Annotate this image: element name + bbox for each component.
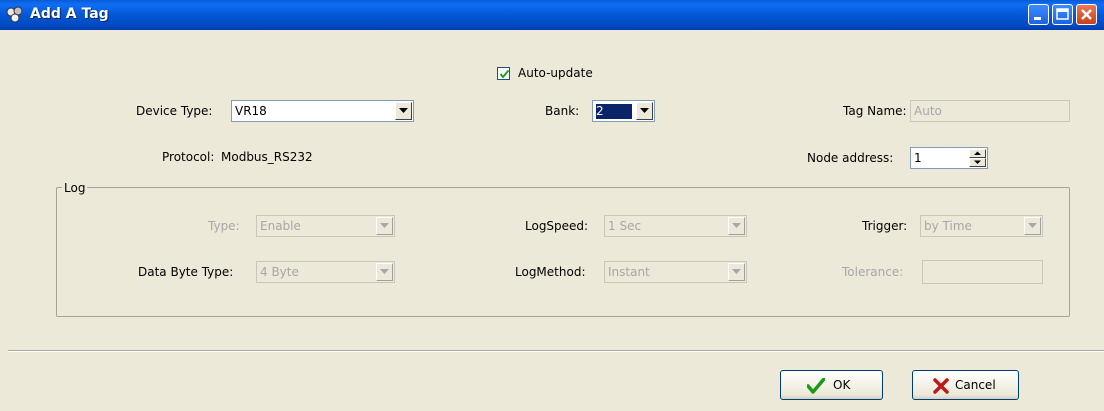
chevron-down-icon: [376, 263, 393, 281]
data-byte-type-value: 4 Byte: [260, 265, 299, 279]
log-method-label: LogMethod:: [515, 265, 586, 279]
close-button[interactable]: [1076, 4, 1097, 25]
checkmark-icon: [806, 377, 826, 397]
cancel-label: Cancel: [955, 378, 996, 392]
log-type-value: Enable: [260, 219, 301, 233]
trigger-label: Trigger:: [862, 219, 908, 233]
chevron-down-icon[interactable]: [395, 102, 412, 120]
device-type-value: VR18: [235, 104, 267, 118]
log-type-label: Type:: [208, 219, 240, 233]
spin-up-icon[interactable]: [969, 149, 986, 158]
device-type-label: Device Type:: [136, 104, 213, 118]
spin-down-icon[interactable]: [969, 158, 986, 167]
cancel-button[interactable]: Cancel: [912, 370, 1019, 400]
maximize-button[interactable]: [1052, 4, 1073, 25]
log-method-value: Instant: [608, 265, 650, 279]
device-type-select[interactable]: VR18: [231, 100, 414, 122]
app-logo-icon: [6, 6, 24, 24]
chevron-down-icon: [376, 217, 393, 235]
log-method-select: Instant: [604, 261, 747, 283]
chevron-down-icon: [1024, 217, 1041, 235]
ok-label: OK: [833, 378, 851, 392]
bank-select[interactable]: 2: [592, 100, 655, 122]
tag-name-value: Auto: [914, 104, 942, 118]
data-byte-type-label: Data Byte Type:: [138, 265, 234, 279]
auto-update-label: Auto-update: [518, 66, 593, 80]
chevron-down-icon[interactable]: [636, 102, 653, 120]
chevron-down-icon: [728, 263, 745, 281]
x-icon: [933, 378, 949, 397]
bank-selection-highlight: 2: [596, 104, 632, 119]
data-byte-type-select: 4 Byte: [256, 261, 395, 283]
log-speed-label: LogSpeed:: [525, 219, 589, 233]
tag-name-label: Tag Name:: [843, 104, 907, 118]
protocol-label: Protocol:: [162, 150, 215, 164]
trigger-select: by Time: [920, 215, 1043, 237]
trigger-value: by Time: [924, 219, 972, 233]
tolerance-label: Tolerance:: [842, 265, 904, 279]
tolerance-field: [922, 260, 1043, 284]
footer-divider: [8, 350, 1104, 352]
log-speed-value: 1 Sec: [608, 219, 642, 233]
log-groupbox: [56, 187, 1070, 317]
add-tag-dialog: Add A Tag Auto-update Device Type: VR18 …: [0, 0, 1104, 411]
node-address-value: 1: [914, 151, 922, 165]
protocol-value: Modbus_RS232: [221, 150, 313, 164]
tag-name-field: Auto: [910, 100, 1070, 122]
auto-update-checkbox[interactable]: [497, 67, 510, 80]
bank-label: Bank:: [545, 104, 580, 118]
spinner-buttons[interactable]: [969, 149, 986, 167]
log-type-select: Enable: [256, 215, 395, 237]
chevron-down-icon: [728, 217, 745, 235]
node-address-spinner[interactable]: 1: [910, 147, 988, 169]
window-title: Add A Tag: [30, 6, 109, 22]
ok-button[interactable]: OK: [780, 370, 883, 400]
bank-value: 2: [596, 104, 604, 118]
minimize-button[interactable]: [1028, 4, 1049, 25]
log-speed-select: 1 Sec: [604, 215, 747, 237]
log-group-title: Log: [62, 181, 88, 195]
node-address-label: Node address:: [807, 151, 894, 165]
title-bar[interactable]: Add A Tag: [0, 0, 1104, 30]
